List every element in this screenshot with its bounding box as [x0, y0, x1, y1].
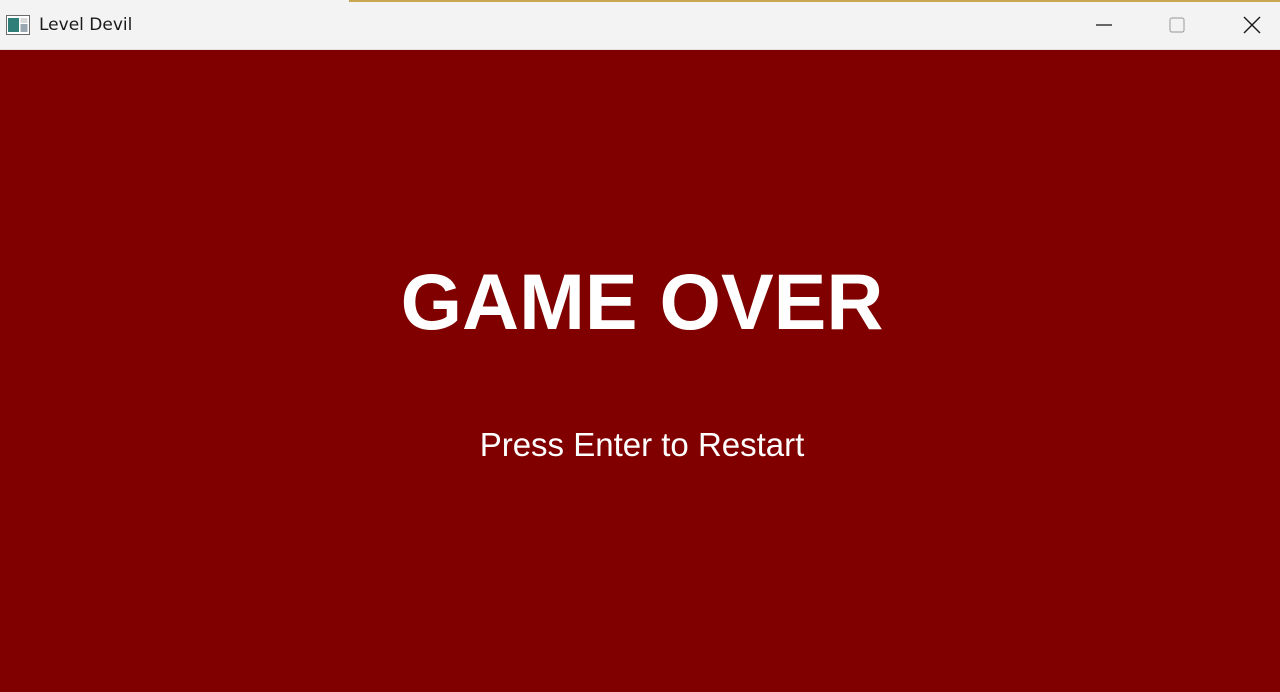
- window-title: Level Devil: [39, 15, 133, 35]
- minimize-button[interactable]: [1068, 0, 1140, 49]
- close-button[interactable]: [1216, 0, 1280, 49]
- app-window-icon: [6, 15, 30, 35]
- minimize-icon: [1096, 23, 1112, 26]
- maximize-icon: [1169, 16, 1185, 33]
- title-bar[interactable]: Level Devil: [0, 0, 1280, 50]
- game-canvas[interactable]: GAME OVER Press Enter to Restart: [0, 50, 1280, 692]
- restart-prompt: Press Enter to Restart: [479, 426, 805, 463]
- close-icon: [1243, 16, 1261, 33]
- app-window: Level Devil GAME OVER Press Enter to Res…: [0, 0, 1280, 692]
- maximize-button[interactable]: [1141, 0, 1213, 49]
- game-over-heading: GAME OVER: [400, 257, 884, 346]
